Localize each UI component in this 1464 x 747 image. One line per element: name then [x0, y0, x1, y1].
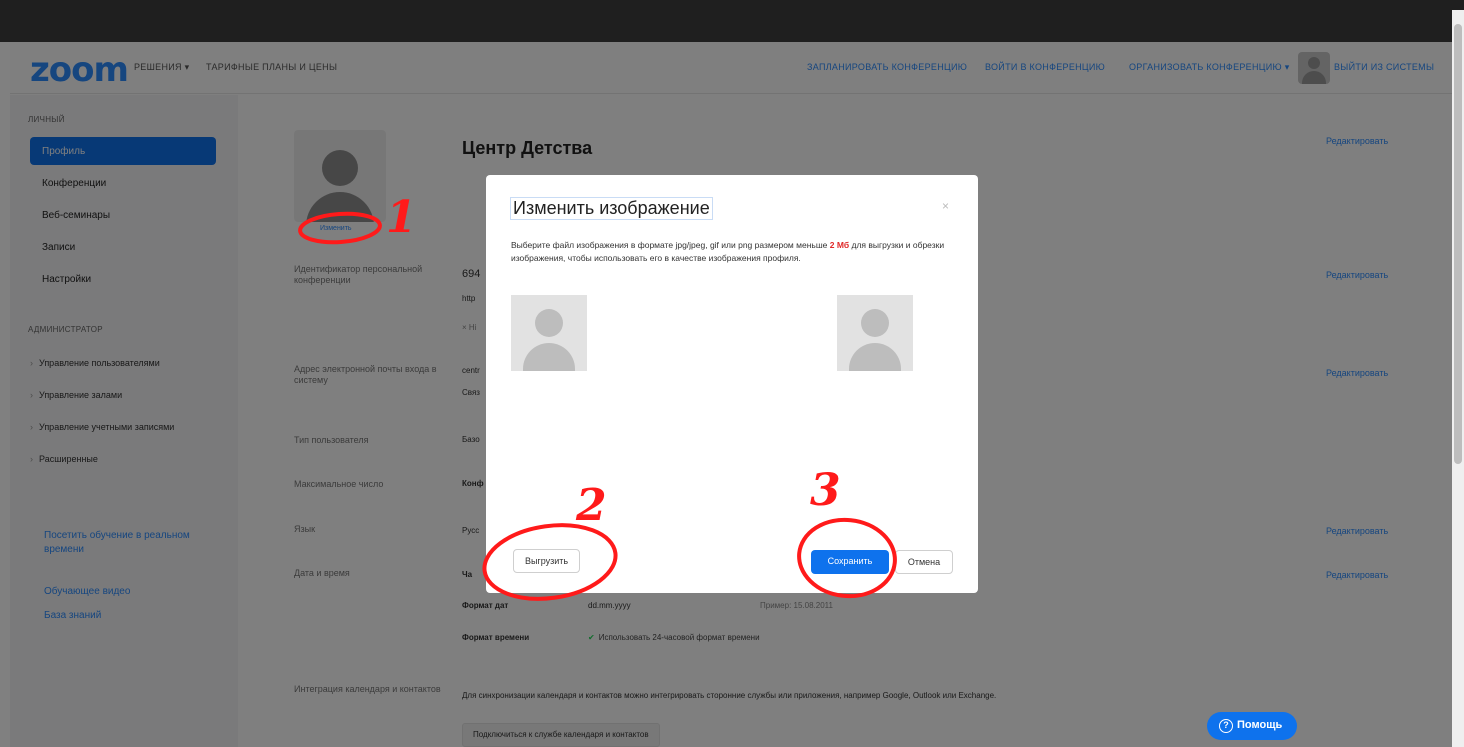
annotation-layer: 1 2 3: [10, 42, 1452, 747]
browser-top-bar: [0, 0, 1464, 42]
annotation-circle-3: [797, 517, 897, 599]
annotation-circles: [298, 211, 897, 601]
scrollbar-thumb[interactable]: [1454, 24, 1462, 464]
annotation-number-2: 2: [576, 480, 607, 531]
annotation-number-1: 1: [386, 192, 417, 243]
zoom-profile-page: zoom РЕШЕНИЯ ▾ ТАРИФНЫЕ ПЛАНЫ И ЦЕНЫ ЗАП…: [10, 42, 1452, 747]
annotation-number-3: 3: [810, 465, 841, 516]
annotation-circle-1: [298, 211, 382, 245]
vertical-scrollbar[interactable]: [1452, 10, 1464, 747]
